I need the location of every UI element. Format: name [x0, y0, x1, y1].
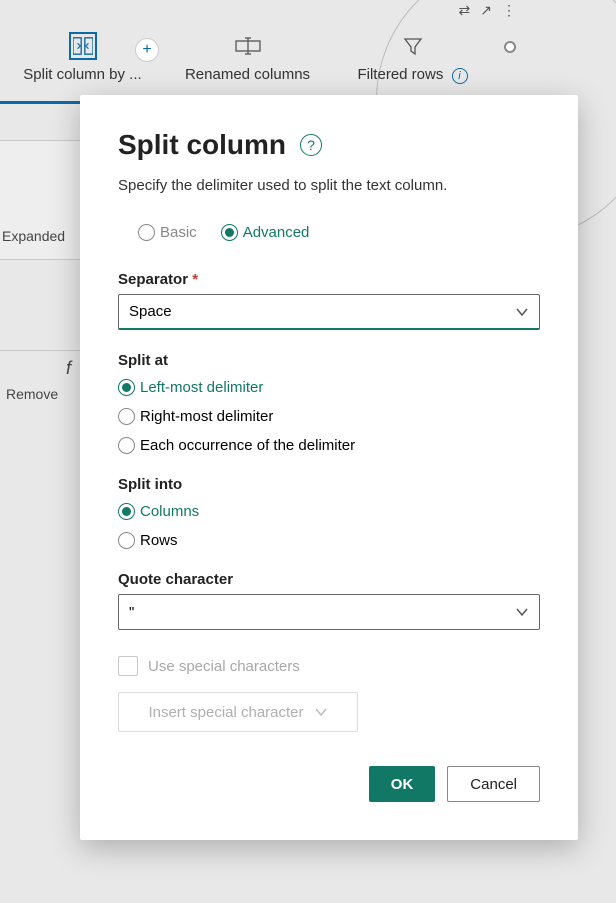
remove-label: Remove: [6, 386, 58, 402]
dialog-header: Split column ?: [118, 129, 540, 161]
radio-label: Basic: [160, 224, 197, 241]
dialog-title: Split column: [118, 129, 286, 161]
ribbon-label: Renamed columns: [185, 66, 310, 83]
radio-left-most[interactable]: Left-most delimiter: [118, 379, 540, 396]
radio-circle: [118, 379, 135, 396]
cancel-button[interactable]: Cancel: [447, 766, 540, 802]
split-into-group: Split into Columns Rows: [118, 476, 540, 549]
radio-circle: [118, 408, 135, 425]
filter-icon: [399, 32, 427, 60]
radio-label: Each occurrence of the delimiter: [140, 437, 355, 454]
radio-label: Columns: [140, 503, 199, 520]
radio-circle: [118, 532, 135, 549]
more-icon[interactable]: ⋮: [502, 2, 516, 19]
ribbon-filtered-rows[interactable]: Filtered rows i: [330, 28, 495, 84]
radio-circle: [138, 224, 155, 241]
checkbox-label: Use special characters: [148, 658, 300, 675]
quote-select[interactable]: ": [118, 594, 540, 630]
quote-label: Quote character: [118, 571, 540, 588]
radio-columns[interactable]: Columns: [118, 503, 540, 520]
info-icon[interactable]: i: [452, 68, 468, 84]
radio-each-occurrence[interactable]: Each occurrence of the delimiter: [118, 437, 540, 454]
expand-icon: ↗: [480, 2, 492, 19]
top-icons: ⇄ ↗ ⋮: [459, 2, 516, 19]
dialog-description: Specify the delimiter used to split the …: [118, 177, 540, 194]
radio-circle: [118, 437, 135, 454]
separator-select[interactable]: Space: [118, 294, 540, 330]
insert-special-char-button: Insert special character: [118, 692, 358, 732]
split-into-label: Split into: [118, 476, 540, 493]
fx-label: f: [66, 358, 71, 379]
special-chars-checkbox[interactable]: Use special characters: [118, 656, 540, 676]
quote-group: Quote character ": [118, 571, 540, 630]
ribbon-renamed-columns[interactable]: Renamed columns: [165, 28, 330, 83]
select-value: ": [129, 604, 134, 621]
split-at-label: Split at: [118, 352, 540, 369]
ok-button[interactable]: OK: [369, 766, 436, 802]
add-step-button[interactable]: +: [135, 38, 159, 62]
radio-circle: [221, 224, 238, 241]
chevron-down-icon: [515, 305, 529, 319]
radio-right-most[interactable]: Right-most delimiter: [118, 408, 540, 425]
chevron-down-icon: [515, 605, 529, 619]
radio-circle: [118, 503, 135, 520]
radio-rows[interactable]: Rows: [118, 532, 540, 549]
select-value: Space: [129, 303, 172, 320]
help-icon[interactable]: ?: [300, 134, 322, 156]
button-label: Insert special character: [148, 704, 303, 721]
split-column-icon: [69, 32, 97, 60]
radio-label: Left-most delimiter: [140, 379, 263, 396]
branch-icon: ⇄: [459, 2, 471, 19]
radio-label: Rows: [140, 532, 178, 549]
radio-label: Right-most delimiter: [140, 408, 273, 425]
rename-icon: [234, 32, 262, 60]
checkbox-icon: [118, 656, 138, 676]
mode-selector: Basic Advanced: [138, 224, 540, 241]
radio-basic[interactable]: Basic: [138, 224, 197, 241]
radio-label: Advanced: [243, 224, 310, 241]
expanded-label: Expanded: [2, 228, 65, 244]
chevron-down-icon: [314, 705, 328, 719]
ribbon-label: Filtered rows i: [357, 66, 467, 84]
dialog-buttons: OK Cancel: [118, 766, 540, 802]
separator-label: Separator *: [118, 271, 540, 288]
radio-advanced[interactable]: Advanced: [221, 224, 310, 241]
ribbon-label: Split column by ...: [23, 66, 141, 83]
ribbon: Split column by ... Renamed columns Filt…: [0, 28, 616, 102]
split-at-group: Split at Left-most delimiter Right-most …: [118, 352, 540, 454]
split-column-dialog: Split column ? Specify the delimiter use…: [80, 95, 578, 840]
